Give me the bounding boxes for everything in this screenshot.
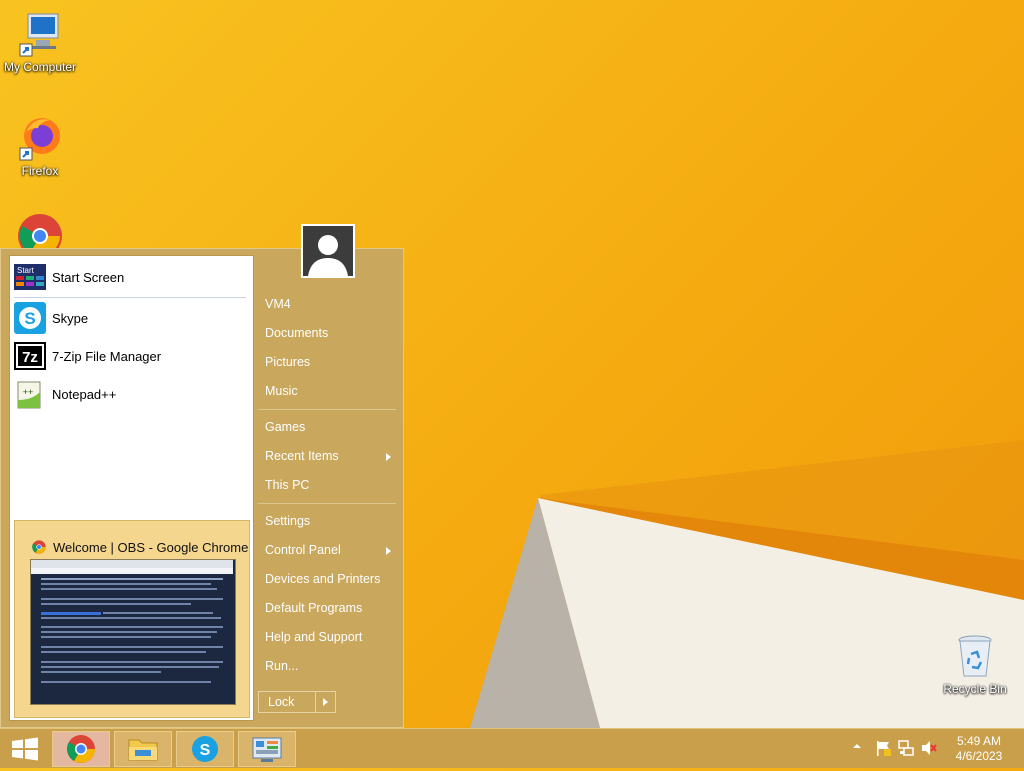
clock-date: 4/6/2023: [955, 749, 1003, 763]
taskbar: S 5:49 AM 4/6/2023: [0, 728, 1024, 768]
menu-item-this-pc[interactable]: This PC: [265, 478, 309, 492]
desktop-icon-my-computer[interactable]: My Computer: [0, 10, 80, 74]
taskbar-chrome-button[interactable]: [52, 731, 110, 767]
menu-item-control-panel[interactable]: Control Panel: [265, 543, 341, 557]
menu-item-documents[interactable]: Documents: [265, 326, 328, 340]
start-button[interactable]: [6, 733, 44, 765]
desktop-icon-firefox[interactable]: Firefox: [0, 114, 80, 178]
volume-muted-icon[interactable]: [920, 739, 938, 762]
program-start-screen[interactable]: Start Start Screen: [14, 260, 250, 294]
start-screen-icon-text: Start: [17, 266, 35, 275]
computer-icon: [16, 10, 64, 58]
menu-item-pictures[interactable]: Pictures: [265, 355, 310, 369]
7zip-icon: 7z: [14, 340, 46, 372]
lock-button[interactable]: Lock: [258, 691, 336, 713]
recycle-bin-icon: [951, 632, 999, 680]
menu-item-help-support[interactable]: Help and Support: [265, 630, 362, 644]
desktop-icon-label: Recycle Bin: [943, 682, 1007, 696]
windows-logo-icon: [12, 737, 38, 761]
network-icon-glyph: [898, 740, 914, 756]
desktop-icon-label: My Computer: [3, 60, 77, 74]
start-screen-icon: Start: [14, 261, 46, 293]
svg-text:S: S: [24, 309, 35, 328]
program-label: Start Screen: [52, 269, 125, 285]
submenu-arrow-icon: [386, 547, 391, 555]
chrome-icon: [67, 735, 95, 763]
divider: [258, 503, 396, 504]
desktop-icon-label: Firefox: [21, 164, 59, 178]
window-preview-title: Welcome | OBS - Google Chrome: [31, 539, 248, 555]
control-panel-icon: [252, 737, 282, 762]
skype-icon: S: [14, 302, 46, 334]
start-menu: Start Start Screen S Skype 7z 7-Zip File…: [0, 248, 404, 728]
taskbar-clock[interactable]: 5:49 AM 4/6/2023: [946, 734, 1012, 764]
program-notepadpp[interactable]: ++ Notepad++: [14, 377, 250, 411]
clock-time: 5:49 AM: [956, 734, 1002, 748]
action-center-icon[interactable]: [874, 739, 892, 762]
divider: [14, 297, 246, 298]
desktop-icon-recycle-bin[interactable]: Recycle Bin: [935, 632, 1015, 696]
program-label: 7-Zip File Manager: [52, 348, 162, 364]
speaker-mute-icon: [922, 741, 937, 755]
chevron-up-icon: [853, 744, 861, 748]
program-label: Notepad++: [52, 386, 117, 402]
lock-button-label: Lock: [268, 695, 295, 709]
show-hidden-icons-button[interactable]: [851, 739, 863, 758]
svg-text:++: ++: [23, 387, 34, 397]
skype-icon: S: [192, 736, 218, 762]
firefox-icon: [16, 114, 64, 162]
taskbar-file-explorer-button[interactable]: [114, 731, 172, 767]
program-label: Skype: [52, 310, 89, 326]
menu-item-default-programs[interactable]: Default Programs: [265, 601, 362, 615]
7zip-icon-text: 7z: [22, 349, 38, 366]
network-icon[interactable]: [897, 739, 915, 762]
menu-item-user[interactable]: VM4: [265, 297, 291, 311]
user-icon: [303, 226, 353, 276]
user-avatar[interactable]: [301, 224, 355, 278]
menu-item-music[interactable]: Music: [265, 384, 298, 398]
menu-item-games[interactable]: Games: [265, 420, 305, 434]
taskbar-skype-button[interactable]: S: [176, 731, 234, 767]
menu-item-recent-items[interactable]: Recent Items: [265, 449, 339, 463]
program-skype[interactable]: S Skype: [14, 301, 250, 335]
divider: [258, 409, 396, 410]
program-7zip[interactable]: 7z 7-Zip File Manager: [14, 339, 250, 373]
window-preview-thumbnail: [30, 559, 236, 705]
menu-item-devices-printers[interactable]: Devices and Printers: [265, 572, 380, 586]
chrome-icon: [31, 539, 47, 555]
notepadpp-icon: ++: [14, 378, 46, 410]
taskbar-control-panel-button[interactable]: [238, 731, 296, 767]
svg-text:S: S: [200, 742, 211, 759]
window-preview[interactable]: Welcome | OBS - Google Chrome: [14, 520, 250, 718]
lock-options-arrow-icon[interactable]: [323, 698, 328, 706]
start-menu-programs-pane: Start Start Screen S Skype 7z 7-Zip File…: [9, 255, 254, 721]
lock-button-divider: [315, 692, 316, 712]
folder-icon: [128, 739, 158, 761]
menu-item-settings[interactable]: Settings: [265, 514, 310, 528]
menu-item-run[interactable]: Run...: [265, 659, 298, 673]
submenu-arrow-icon: [386, 453, 391, 461]
flag-icon: [877, 741, 891, 756]
window-preview-title-text: Welcome | OBS - Google Chrome: [53, 539, 249, 555]
